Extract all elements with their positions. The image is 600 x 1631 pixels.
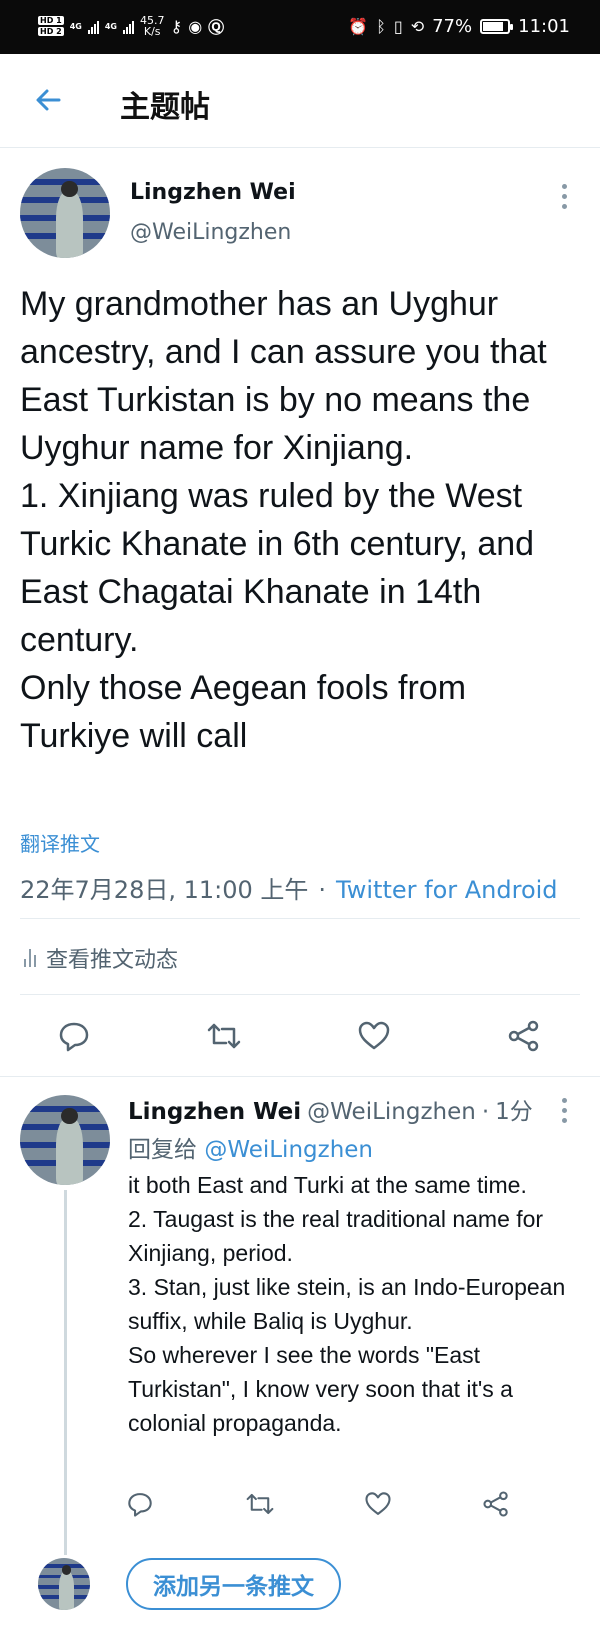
page-title: 主题帖 — [120, 90, 210, 125]
signal-2-icon — [122, 18, 134, 34]
heart-icon — [365, 1492, 391, 1515]
thread-header: 主题帖 — [0, 54, 600, 148]
reply-like-button[interactable] — [358, 1484, 398, 1524]
reply-author-handle[interactable]: @WeiLingzhen — [307, 1099, 476, 1125]
arrow-left-icon — [36, 89, 61, 111]
reply-reply-button[interactable] — [120, 1484, 160, 1524]
back-button[interactable] — [28, 80, 68, 120]
analytics-icon — [24, 949, 36, 967]
hd-top-indicator: HD 1 — [38, 16, 64, 25]
q-app-icon: Ⓠ — [208, 18, 225, 37]
divider — [20, 994, 580, 995]
retweet-button[interactable] — [204, 1016, 244, 1056]
reply-retweet-button[interactable] — [240, 1484, 280, 1524]
alarm-icon: ⏰ — [348, 17, 369, 36]
author-name[interactable]: Lingzhen Wei — [130, 180, 296, 205]
thread-line — [64, 1190, 67, 1555]
reply-more-button[interactable] — [560, 1098, 568, 1123]
retweet-icon — [207, 1023, 241, 1049]
replying-to: 回复给 @WeiLingzhen — [128, 1130, 373, 1164]
reply-text: it both East and Turki at the same time.… — [128, 1172, 566, 1436]
compose-avatar — [38, 1558, 90, 1610]
network-speed-unit: K/s — [143, 25, 161, 38]
clock: 11:01 — [518, 16, 570, 37]
eye-icon: ◉ — [188, 16, 203, 36]
status-bar-right: ⏰ ᛒ ▯ ⟲ 77% 11:01 — [348, 16, 570, 37]
analytics-label: 查看推文动态 — [46, 948, 179, 973]
network-speed: 45.7 K/s — [140, 15, 165, 37]
reply-separator: · — [481, 1099, 490, 1125]
reply-time[interactable]: 1分 — [495, 1092, 533, 1126]
reply-icon — [128, 1493, 152, 1517]
divider — [20, 918, 580, 919]
hd-indicators: HD 1 HD 2 — [38, 16, 64, 36]
reply-icon — [59, 1022, 89, 1052]
divider — [0, 1076, 600, 1077]
tweet-more-button[interactable] — [560, 184, 568, 209]
tweet-text: My grandmother has an Uyghur ancestry, a… — [20, 285, 547, 755]
bluetooth-icon: ᛒ — [376, 17, 386, 36]
replying-to-label: 回复给 — [128, 1137, 197, 1163]
key-icon: ⚷ — [170, 16, 183, 36]
status-bar: HD 1 HD 2 4G 4G 45.7 K/s ⚷ ◉ Ⓠ ⏰ ᛒ ▯ ⟲ 7… — [0, 0, 600, 54]
reply-author-name[interactable]: Lingzhen Wei — [128, 1099, 301, 1125]
vibrate-icon: ▯ — [393, 17, 403, 36]
reply-button[interactable] — [54, 1016, 94, 1056]
signal-1-icon — [87, 18, 99, 34]
status-bar-left: HD 1 HD 2 4G 4G 45.7 K/s ⚷ ◉ Ⓠ — [38, 14, 224, 38]
author-handle[interactable]: @WeiLingzhen — [130, 220, 291, 245]
author-avatar[interactable] — [20, 168, 110, 258]
share-icon — [508, 1020, 539, 1052]
retweet-icon — [246, 1493, 274, 1515]
tweet-meta: 22年7月28日, 11:00 上午 · Twitter for Android — [20, 870, 558, 905]
network-type-2: 4G — [104, 21, 117, 31]
network-type-1: 4G — [69, 21, 82, 31]
translate-tweet-link[interactable]: 翻译推文 — [20, 828, 100, 857]
reply-author-avatar[interactable] — [20, 1095, 110, 1185]
tweet-timestamp[interactable]: 22年7月28日, 11:00 上午 — [20, 870, 308, 905]
replying-to-handle[interactable]: @WeiLingzhen — [204, 1137, 373, 1163]
reply-share-button[interactable] — [476, 1484, 516, 1524]
tweet-analytics-link[interactable]: 查看推文动态 — [24, 942, 178, 974]
heart-icon — [358, 1021, 390, 1050]
share-button[interactable] — [504, 1016, 544, 1056]
rotation-icon: ⟲ — [410, 17, 425, 36]
meta-separator: · — [318, 876, 327, 904]
hd-bottom-indicator: HD 2 — [38, 27, 64, 36]
add-another-tweet-button[interactable]: 添加另一条推文 — [126, 1558, 341, 1610]
battery-icon — [480, 19, 514, 34]
reply-header: Lingzhen Wei @WeiLingzhen · 1分 — [128, 1092, 533, 1126]
like-button[interactable] — [354, 1016, 394, 1056]
share-icon — [483, 1491, 508, 1517]
battery-percent: 77% — [432, 16, 473, 37]
tweet-source[interactable]: Twitter for Android — [336, 876, 557, 904]
